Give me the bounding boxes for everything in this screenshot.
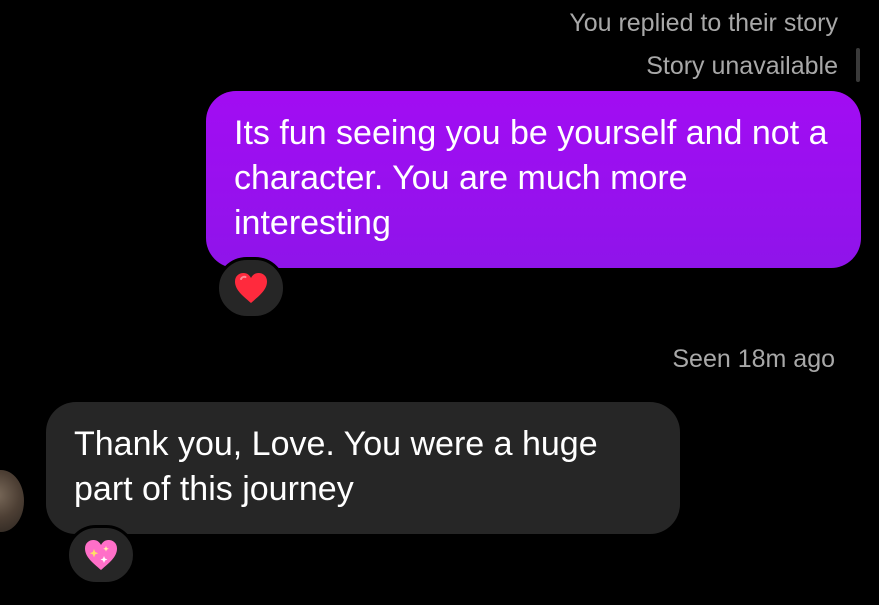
incoming-message-bubble[interactable]: Thank you, Love. You were a huge part of… [46,402,680,534]
sparkling-heart-icon [85,540,117,570]
incoming-message-text: Thank you, Love. You were a huge part of… [74,425,598,508]
avatar[interactable] [0,470,24,532]
story-unavailable-label[interactable]: Story unavailable [646,49,838,83]
dm-thread: You replied to their story Story unavail… [0,0,879,605]
story-reply-indicator-bar [856,48,860,82]
seen-status: Seen 18m ago [672,345,835,373]
story-reply-label: You replied to their story [569,9,838,37]
outgoing-message-text: Its fun seeing you be yourself and not a… [234,114,828,242]
message-reaction[interactable] [66,525,136,585]
red-heart-icon [235,273,267,303]
message-reaction[interactable] [216,257,286,319]
outgoing-message-bubble[interactable]: Its fun seeing you be yourself and not a… [206,91,861,268]
